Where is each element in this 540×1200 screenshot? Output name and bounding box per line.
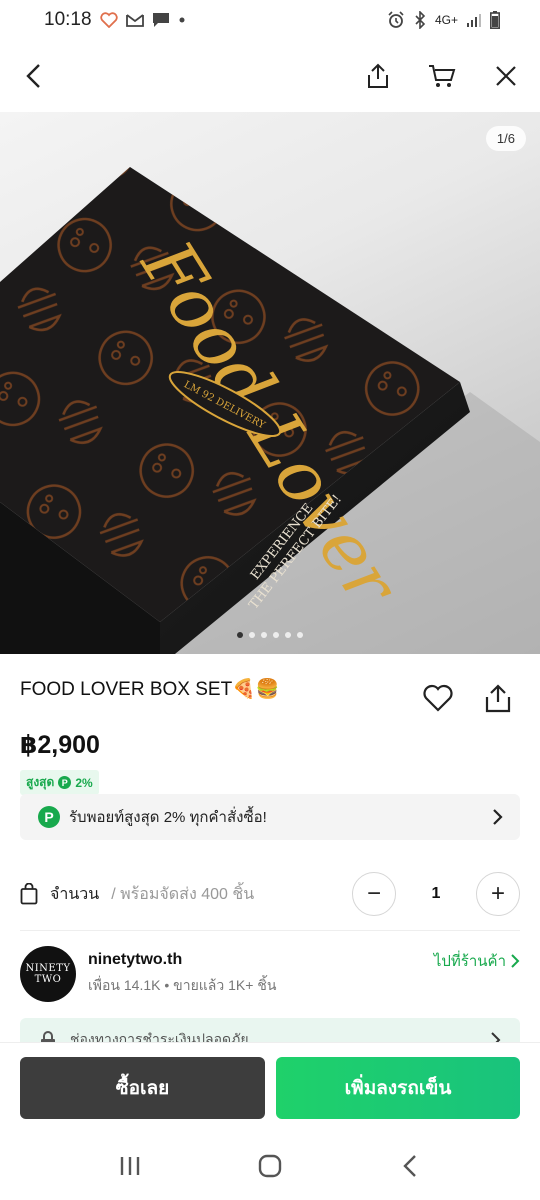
go-to-shop-link[interactable]: ไปที่ร้านค้า <box>434 949 520 973</box>
avatar-line2: TWO <box>34 974 62 985</box>
bottom-action-bar: ซื้อเลย เพิ่มลงรถเข็น <box>0 1042 540 1132</box>
top-navigation-bar <box>0 40 540 112</box>
home-button[interactable] <box>252 1148 288 1184</box>
notification-dot-icon <box>178 16 186 24</box>
system-navigation-bar <box>0 1132 540 1200</box>
go-to-shop-label: ไปที่ร้านค้า <box>433 953 506 970</box>
product-title: FOOD LOVER BOX SET🍕🍔 <box>20 679 280 700</box>
gmail-icon <box>125 13 144 27</box>
shop-avatar[interactable]: NINETY TWO <box>20 946 76 1002</box>
home-icon <box>258 1154 282 1178</box>
carousel-dot[interactable] <box>297 632 303 638</box>
shop-row: NINETY TWO ninetytwo.th เพื่อน 14.1K • ข… <box>20 946 520 1002</box>
divider <box>20 930 520 931</box>
cart-button[interactable] <box>424 58 460 94</box>
favorite-button[interactable] <box>420 680 456 716</box>
image-counter: 1/6 <box>485 126 526 151</box>
status-time: 10:18 <box>44 9 92 30</box>
close-icon <box>496 66 516 86</box>
back-arrow-icon <box>26 64 40 88</box>
chevron-right-icon <box>511 954 520 968</box>
back-button[interactable] <box>16 58 52 94</box>
carousel-dot[interactable] <box>273 632 279 638</box>
cart-icon <box>429 65 456 87</box>
points-tag: สูงสุด P 2% <box>20 770 99 795</box>
network-type: 4G+ <box>434 13 458 27</box>
share-icon <box>485 684 511 713</box>
increase-quantity-button[interactable]: + <box>476 872 520 916</box>
carousel-dot[interactable] <box>249 632 255 638</box>
share-icon <box>368 63 388 88</box>
recent-apps-button[interactable] <box>112 1148 148 1184</box>
points-banner[interactable]: P รับพอยท์สูงสุด 2% ทุกคำสั่งซื้อ! <box>20 794 520 840</box>
shop-meta: เพื่อน 14.1K • ขายแล้ว 1K+ ชิ้น <box>88 977 277 993</box>
message-icon <box>152 12 170 28</box>
points-icon: P <box>58 776 72 789</box>
share-button[interactable] <box>360 58 396 94</box>
status-bar: 10:18 4G+ <box>0 0 540 40</box>
system-back-button[interactable] <box>392 1148 428 1184</box>
add-to-cart-button[interactable]: เพิ่มลงรถเข็น <box>276 1056 520 1119</box>
chevron-right-icon <box>493 809 503 825</box>
decrease-quantity-button[interactable]: − <box>352 872 396 916</box>
bluetooth-icon <box>413 11 427 29</box>
quantity-row: จำนวน / พร้อมจัดส่ง 400 ชิ้น − 1 + <box>20 868 520 920</box>
shop-name[interactable]: ninetytwo.th <box>88 951 276 969</box>
alarm-icon <box>387 11 405 29</box>
carousel-dot[interactable] <box>237 632 243 638</box>
buy-now-button[interactable]: ซื้อเลย <box>20 1056 265 1119</box>
quantity-stepper: − 1 + <box>352 872 520 916</box>
battery-icon <box>490 11 500 29</box>
product-price: ฿2,900 <box>20 731 100 759</box>
product-info: FOOD LOVER BOX SET🍕🍔 ฿2,900 สูงสุด P 2% <box>0 654 540 795</box>
shopping-bag-icon <box>20 883 38 905</box>
points-value: 2% <box>75 775 93 790</box>
carousel-dot[interactable] <box>261 632 267 638</box>
signal-icon <box>466 13 482 27</box>
stock-text: / พร้อมจัดส่ง 400 ชิ้น <box>111 885 255 903</box>
close-button[interactable] <box>488 58 524 94</box>
back-icon <box>403 1155 416 1177</box>
points-banner-icon: P <box>38 806 60 828</box>
carousel-dot[interactable] <box>285 632 291 638</box>
product-box-image: Food Lover LM 92 DELIVERY EXPERIENCE THE… <box>0 167 540 654</box>
points-banner-text: รับพอยท์สูงสุด 2% ทุกคำสั่งซื้อ! <box>69 809 267 826</box>
recent-apps-icon <box>120 1157 140 1175</box>
product-image-carousel[interactable]: Food Lover LM 92 DELIVERY EXPERIENCE THE… <box>0 112 540 654</box>
health-icon <box>99 12 118 28</box>
quantity-value: 1 <box>431 885 441 902</box>
quantity-label: จำนวน <box>50 885 100 903</box>
avatar-line1: NINETY <box>25 963 71 974</box>
points-prefix: สูงสุด <box>26 775 55 789</box>
heart-icon <box>423 684 453 712</box>
carousel-dots <box>0 632 540 638</box>
product-share-button[interactable] <box>480 680 516 716</box>
